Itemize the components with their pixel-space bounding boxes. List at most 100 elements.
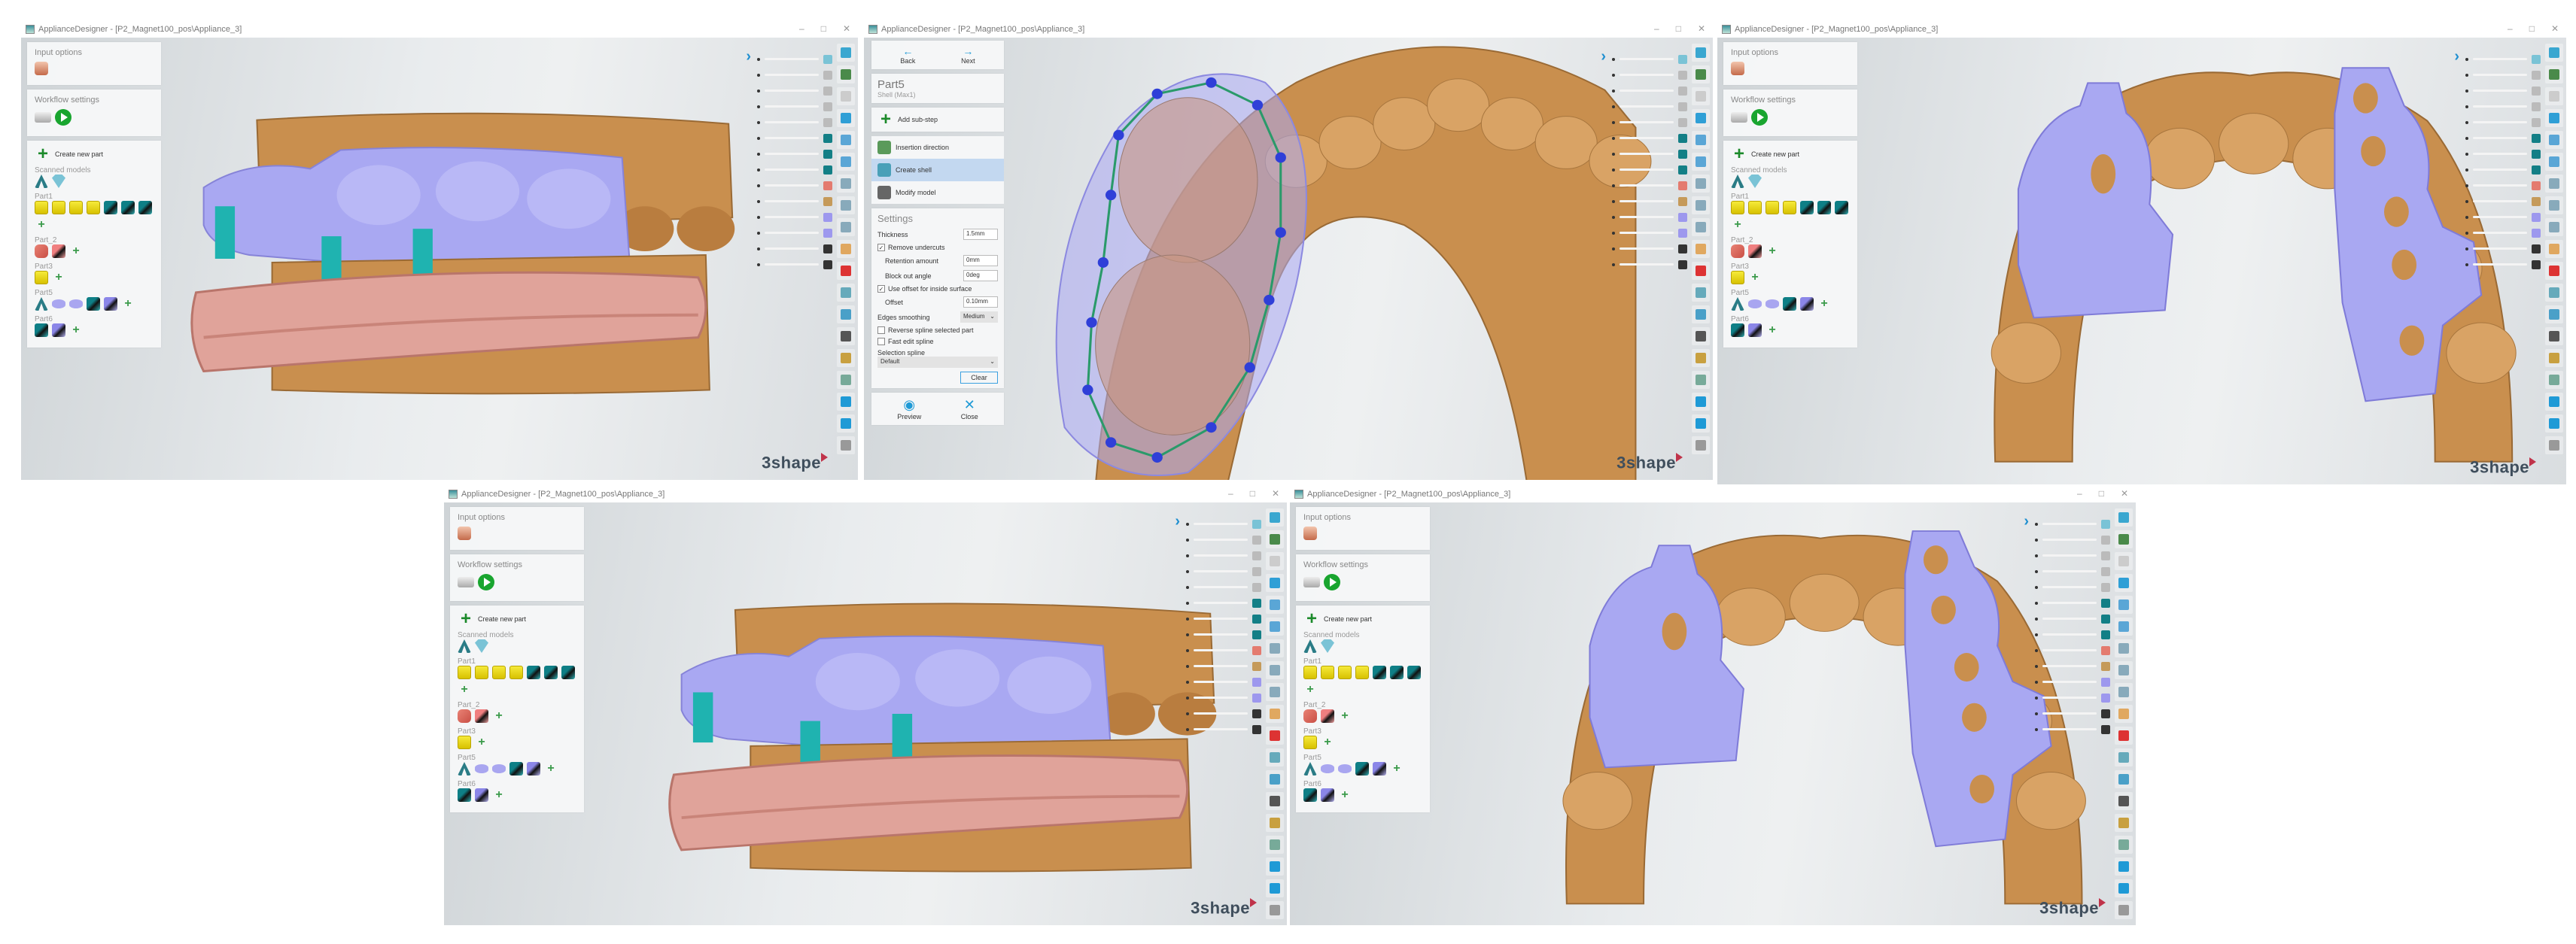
transparency-slider[interactable] — [1186, 532, 1261, 548]
views-button[interactable] — [837, 65, 855, 83]
undo-button[interactable] — [1266, 857, 1284, 876]
view-right-button[interactable] — [2115, 639, 2133, 657]
slider-track[interactable] — [1194, 728, 1248, 730]
transparency-slider[interactable] — [1186, 706, 1261, 721]
die-model-icon[interactable] — [1731, 271, 1744, 284]
transparency-slider[interactable] — [757, 241, 832, 256]
view-bottom-button[interactable] — [1692, 218, 1710, 236]
grid-button[interactable] — [2545, 87, 2563, 105]
transparency-slider[interactable] — [1186, 674, 1261, 690]
visibility-dot[interactable] — [1612, 89, 1615, 93]
expand-panel-chevron-icon[interactable]: › — [1601, 48, 1606, 65]
expand-panel-chevron-icon[interactable]: › — [2024, 513, 2029, 530]
add-model-icon[interactable]: + — [544, 762, 558, 776]
visibility-dot[interactable] — [757, 136, 760, 140]
visibility-dot[interactable] — [1186, 712, 1189, 715]
arch-model-icon[interactable] — [458, 639, 471, 653]
slider-track[interactable] — [2473, 105, 2527, 108]
transparency-slider[interactable] — [1186, 611, 1261, 627]
box-button[interactable] — [2545, 240, 2563, 258]
lav-model-icon[interactable] — [1321, 764, 1334, 773]
slider-track[interactable] — [2473, 121, 2527, 123]
slider-track[interactable] — [1194, 665, 1248, 667]
drop-button[interactable] — [2545, 262, 2563, 280]
transparency-slider[interactable] — [1612, 256, 1687, 272]
transparency-slider[interactable] — [757, 83, 832, 99]
slider-track[interactable] — [765, 168, 819, 171]
slider-track[interactable] — [765, 200, 819, 202]
lav-model-icon[interactable] — [1765, 299, 1779, 308]
visibility-dot[interactable] — [1186, 664, 1189, 668]
close-window-button[interactable]: ✕ — [843, 23, 850, 34]
arch-model-icon[interactable] — [458, 762, 471, 776]
3d-viewport[interactable]: ← Back → Next Part5 Shell (Max1) + Add sub-step… — [864, 38, 1713, 480]
visibility-dot[interactable] — [2465, 57, 2468, 61]
visibility-dot[interactable] — [2465, 120, 2468, 124]
slider-track[interactable] — [1194, 554, 1248, 557]
slider-track[interactable] — [2042, 539, 2097, 541]
transparency-slider[interactable] — [1612, 67, 1687, 83]
disk-button[interactable] — [2545, 436, 2563, 454]
slider-track[interactable] — [1620, 121, 1674, 123]
settings-icon[interactable] — [1731, 112, 1747, 123]
die-model-icon[interactable] — [1765, 201, 1779, 214]
teal-model-icon[interactable] — [121, 201, 135, 214]
selection-spline-dropdown[interactable]: Default ⌄ — [877, 357, 998, 368]
visibility-dot[interactable] — [757, 105, 760, 108]
visibility-dot[interactable] — [2035, 617, 2038, 621]
die-model-icon[interactable] — [492, 666, 506, 679]
view-bottom-button[interactable] — [2545, 218, 2563, 236]
teal-model-icon[interactable] — [527, 666, 540, 679]
block-out-angle-spinner[interactable]: 0deg — [963, 270, 998, 281]
die-model-icon[interactable] — [1748, 201, 1762, 214]
mountain-button[interactable] — [1266, 748, 1284, 766]
transparency-slider[interactable] — [1612, 114, 1687, 130]
transparency-slider[interactable] — [1186, 721, 1261, 737]
slider-track[interactable] — [1194, 618, 1248, 620]
visibility-dot[interactable] — [2465, 89, 2468, 93]
redo-button[interactable] — [2115, 879, 2133, 897]
visibility-dot[interactable] — [2465, 263, 2468, 266]
transparency-slider[interactable] — [1186, 595, 1261, 611]
visibility-dot[interactable] — [2035, 538, 2038, 542]
visibility-dot[interactable] — [2035, 712, 2038, 715]
lavteal-model-icon[interactable] — [475, 788, 488, 802]
lamp-button[interactable] — [2115, 814, 2133, 832]
transparency-slider[interactable] — [1612, 209, 1687, 225]
slider-track[interactable] — [765, 153, 819, 155]
slider-track[interactable] — [2473, 216, 2527, 218]
die-model-icon[interactable] — [69, 201, 83, 214]
pin-button[interactable] — [1692, 371, 1710, 389]
transparency-slider[interactable] — [2035, 548, 2110, 563]
die-model-icon[interactable] — [509, 666, 523, 679]
transparency-slider[interactable] — [2465, 67, 2541, 83]
visibility-dot[interactable] — [2465, 199, 2468, 203]
redo-button[interactable] — [2545, 414, 2563, 433]
visibility-dot[interactable] — [2035, 569, 2038, 573]
close-window-button[interactable]: ✕ — [2551, 23, 2559, 34]
transparency-slider[interactable] — [2035, 674, 2110, 690]
teal-model-icon[interactable] — [1817, 201, 1831, 214]
cup-button[interactable] — [1266, 770, 1284, 788]
slider-track[interactable] — [1620, 58, 1674, 60]
teal-model-icon[interactable] — [138, 201, 152, 214]
slider-track[interactable] — [2042, 633, 2097, 636]
add-model-icon[interactable]: + — [52, 271, 65, 284]
lav-model-icon[interactable] — [52, 299, 65, 308]
die-model-icon[interactable] — [475, 666, 488, 679]
visibility-dot[interactable] — [2465, 247, 2468, 250]
teal-model-icon[interactable] — [1731, 323, 1744, 337]
add-model-icon[interactable]: + — [1338, 788, 1352, 802]
use-offset-checkbox[interactable]: ✓ Use offset for inside surface — [877, 285, 998, 293]
slider-track[interactable] — [1620, 105, 1674, 108]
create-new-part-button[interactable]: + Create new part — [1731, 145, 1850, 163]
transparency-slider[interactable] — [2035, 563, 2110, 579]
transparency-slider[interactable] — [757, 225, 832, 241]
slider-track[interactable] — [2473, 153, 2527, 155]
view-right-button[interactable] — [2545, 175, 2563, 193]
visibility-dot[interactable] — [1186, 601, 1189, 605]
pin-button[interactable] — [1266, 836, 1284, 854]
scan-input-icon[interactable] — [35, 62, 48, 75]
slider-track[interactable] — [1620, 232, 1674, 234]
maximize-button[interactable]: □ — [2099, 488, 2104, 499]
